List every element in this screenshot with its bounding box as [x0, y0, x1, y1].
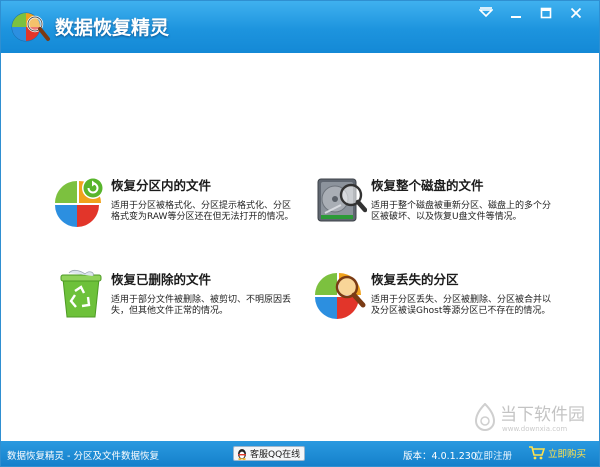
window-controls [477, 5, 585, 21]
version-text: 版本：4.0.1.230 [403, 451, 477, 462]
menu-button[interactable] [477, 5, 495, 21]
recover-deleted-files-option[interactable]: 恢复已删除的文件 适用于部分文件被删除、被剪切、不明原因丢失，但其他文件正常的情… [55, 269, 305, 341]
minimize-icon [511, 16, 521, 18]
close-button[interactable] [567, 5, 585, 21]
option-title: 恢复分区内的文件 [111, 178, 212, 193]
recover-whole-disk-option[interactable]: 恢复整个磁盘的文件 适用于整个磁盘被重新分区、磁盘上的多个分区被破坏、以及恢复U… [315, 175, 565, 247]
recycle-bin-icon [60, 269, 102, 318]
disk-search-icon [317, 178, 367, 222]
close-icon [570, 7, 582, 19]
watermark-url: www.downxia.com [502, 425, 568, 433]
option-title: 恢复丢失的分区 [371, 272, 459, 287]
option-description: 适用于分区被格式化、分区提示格式化、分区格式变为RAW等分区还在但无法打开的情况… [111, 201, 294, 222]
app-window: 数据恢复精灵 数据恢复精灵 恢复分区内的文件 适用于分区被格式化、分区提示格式化… [0, 0, 600, 467]
qq-penguin-icon [238, 448, 246, 460]
recover-partition-files-option[interactable]: 恢复分区内的文件 适用于分区被格式化、分区提示格式化、分区格式变为RAW等分区还… [55, 175, 305, 247]
app-title-reflection: 数据恢复精灵 [55, 18, 170, 29]
watermark-text: 当下软件园 [500, 405, 585, 425]
option-description: 适用于部分文件被删除、被剪切、不明原因丢失，但其他文件正常的情况。 [111, 295, 292, 316]
status-bar: 数据恢复精灵 - 分区及文件数据恢复 客服QQ在线 版本：4.0.1.230 立… [1, 441, 599, 466]
watermark: 当下软件园 www.downxia.com [474, 400, 585, 433]
menu-icon [479, 7, 493, 18]
maximize-button[interactable] [537, 5, 555, 21]
shopping-cart-icon [529, 446, 545, 460]
status-app-description: 数据恢复精灵 - 分区及文件数据恢复 [7, 451, 159, 462]
main-content: 恢复分区内的文件 适用于分区被格式化、分区提示格式化、分区格式变为RAW等分区还… [1, 53, 599, 441]
register-link[interactable]: 立即注册 [474, 448, 512, 462]
option-title: 恢复已删除的文件 [111, 272, 212, 287]
pie-search-icon [315, 273, 366, 319]
watermark-logo-icon [474, 402, 496, 431]
recover-lost-partitions-option[interactable]: 恢复丢失的分区 适用于分区丢失、分区被删除、分区被合并以及分区被误Ghost等源… [315, 269, 565, 341]
pie-recover-icon [55, 177, 104, 227]
option-title: 恢复整个磁盘的文件 [371, 178, 484, 193]
minimize-button[interactable] [507, 5, 525, 21]
app-logo-icon [11, 12, 50, 42]
title-bar[interactable]: 数据恢复精灵 数据恢复精灵 [1, 1, 599, 53]
maximize-icon [540, 7, 552, 19]
qq-support-label: 客服QQ在线 [250, 450, 301, 460]
option-description: 适用于分区丢失、分区被删除、分区被合并以及分区被误Ghost等源分区已不存在的情… [371, 295, 552, 316]
buy-now-label: 立即购买 [548, 448, 587, 460]
buy-now-button[interactable]: 立即购买 [528, 445, 586, 460]
qq-support-button[interactable]: 客服QQ在线 [233, 446, 306, 461]
option-description: 适用于整个磁盘被重新分区、磁盘上的多个分区被破坏、以及恢复U盘文件等情况。 [371, 201, 552, 222]
